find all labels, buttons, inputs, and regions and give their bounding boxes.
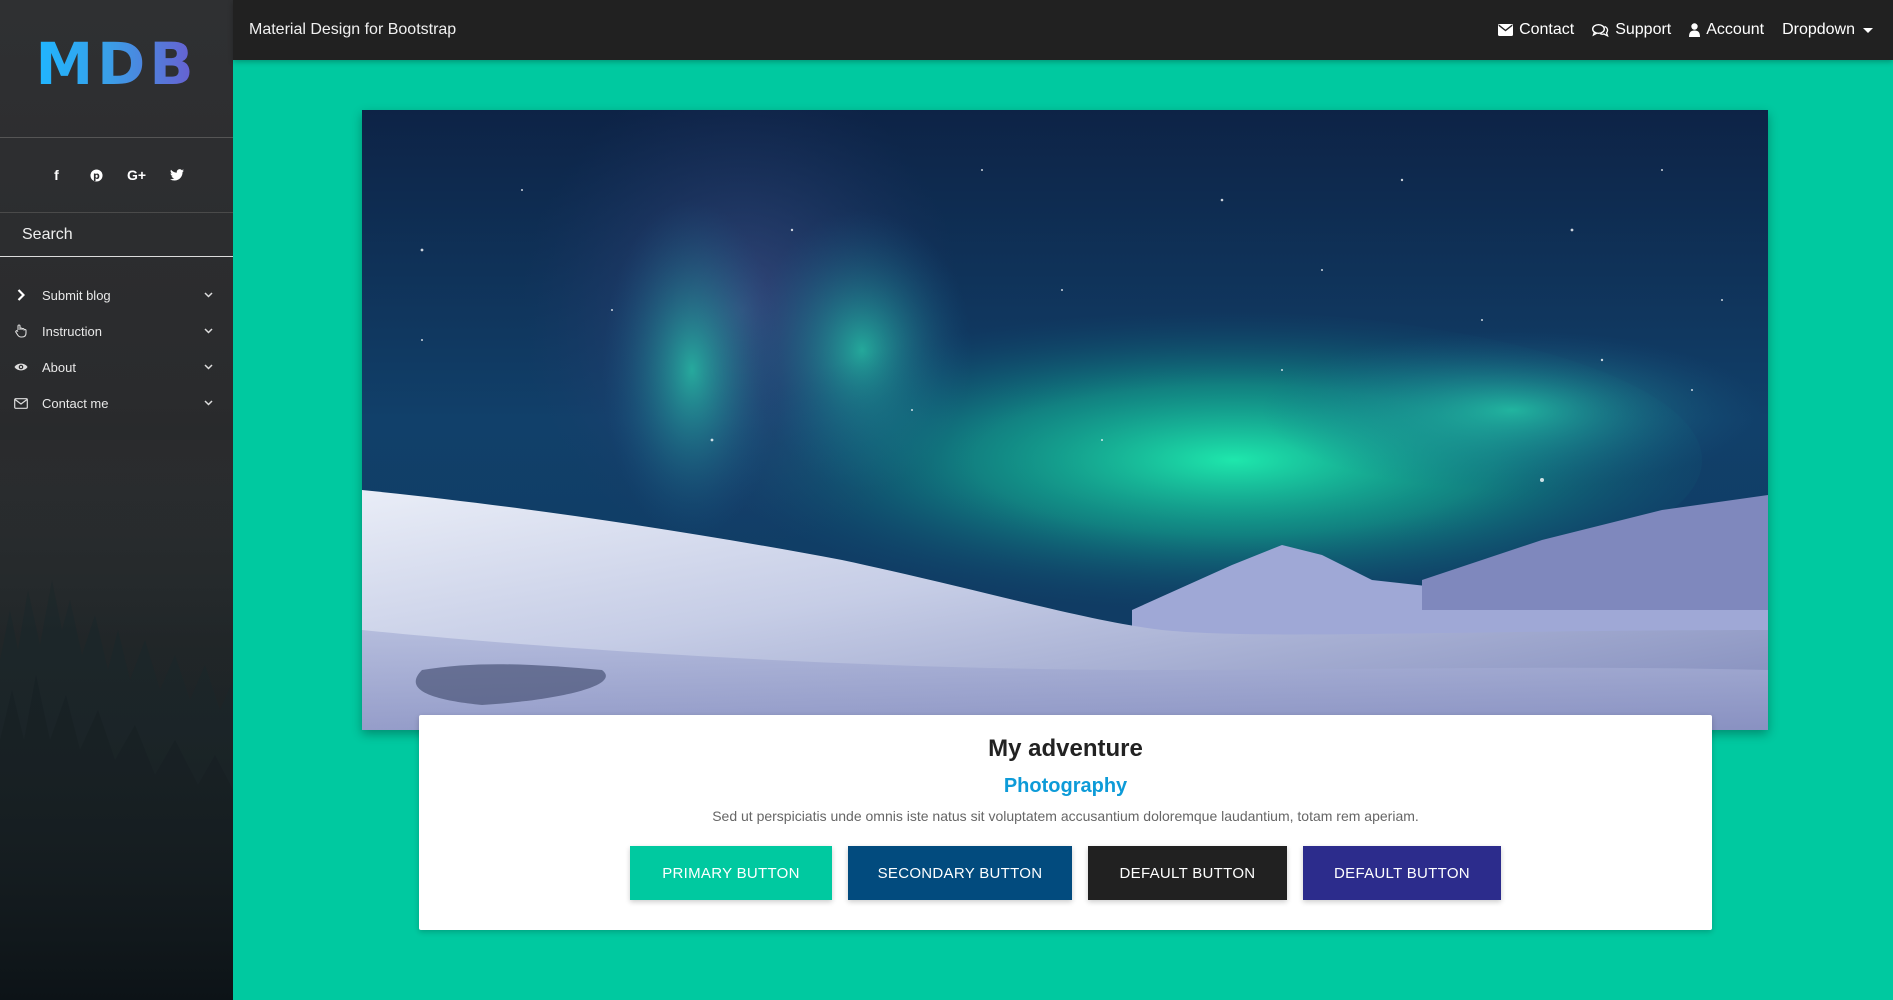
- sidebar-item-contact-me[interactable]: Contact me: [0, 385, 233, 421]
- sidebar-item-submit-blog[interactable]: Submit blog: [0, 277, 233, 313]
- sidebar-menu: Submit blog Instruction About Contact me: [0, 277, 233, 421]
- envelope-icon: [13, 397, 28, 409]
- nav-support[interactable]: Support: [1592, 21, 1671, 39]
- content-card: My adventure Photography Sed ut perspici…: [419, 715, 1712, 930]
- nav-account[interactable]: Account: [1689, 21, 1764, 39]
- caret-down-icon: [1863, 27, 1873, 33]
- user-icon: [1689, 23, 1701, 37]
- sidebar-item-label: Contact me: [42, 395, 109, 411]
- card-buttons: Primary button Secondary button Default …: [419, 846, 1712, 900]
- secondary-button[interactable]: Secondary button: [848, 846, 1072, 900]
- social-icons: f p G+: [0, 138, 233, 213]
- chevron-down-icon: [203, 328, 213, 334]
- nav-dropdown-label: Dropdown: [1782, 21, 1855, 38]
- sidebar-item-about[interactable]: About: [0, 349, 233, 385]
- mdb-logo[interactable]: MDB: [35, 30, 197, 98]
- nav-contact-label: Contact: [1519, 21, 1575, 38]
- google-plus-icon[interactable]: G+: [127, 167, 146, 183]
- sidebar-item-label: Instruction: [42, 323, 102, 339]
- nav-account-label: Account: [1706, 21, 1765, 38]
- sidebar-search: [0, 213, 233, 257]
- chevron-right-icon: [13, 289, 28, 301]
- sidebar: MDB f p G+ Submit blog Instruction: [0, 0, 233, 1000]
- sidebar-item-label: Submit blog: [42, 287, 111, 303]
- primary-button[interactable]: Primary button: [630, 846, 832, 900]
- card-title: My adventure: [988, 735, 1143, 762]
- top-navbar: Material Design for Bootstrap Contact Su…: [233, 0, 1893, 60]
- comments-icon: [1592, 23, 1609, 37]
- pinterest-icon[interactable]: p: [90, 168, 104, 182]
- envelope-icon: [1498, 24, 1514, 36]
- chevron-down-icon: [203, 400, 213, 406]
- chevron-down-icon: [203, 292, 213, 298]
- hand-pointer-icon: [13, 324, 28, 338]
- hero-image: [362, 110, 1768, 730]
- aurora-landscape-image: [362, 110, 1768, 730]
- nav-support-label: Support: [1615, 21, 1672, 38]
- twitter-icon[interactable]: [169, 169, 184, 181]
- facebook-icon[interactable]: f: [50, 167, 64, 183]
- navbar-brand[interactable]: Material Design for Bootstrap: [249, 21, 1498, 39]
- default-button-dark[interactable]: Default button: [1088, 846, 1287, 900]
- chevron-down-icon: [203, 364, 213, 370]
- eye-icon: [13, 362, 28, 372]
- card-text: Sed ut perspiciatis unde omnis iste natu…: [712, 808, 1419, 824]
- sidebar-item-label: About: [42, 359, 76, 375]
- navbar-links: Contact Support Account Dropdown: [1498, 21, 1873, 39]
- sidebar-item-instruction[interactable]: Instruction: [0, 313, 233, 349]
- nav-contact[interactable]: Contact: [1498, 21, 1574, 39]
- forest-background-image: [0, 440, 233, 1000]
- nav-dropdown[interactable]: Dropdown: [1782, 21, 1873, 39]
- search-input[interactable]: [22, 225, 212, 244]
- default-button-indigo[interactable]: Default button: [1303, 846, 1501, 900]
- logo-area: MDB: [0, 0, 233, 138]
- card-subtitle: Photography: [1003, 775, 1128, 797]
- svg-text:p: p: [93, 171, 100, 182]
